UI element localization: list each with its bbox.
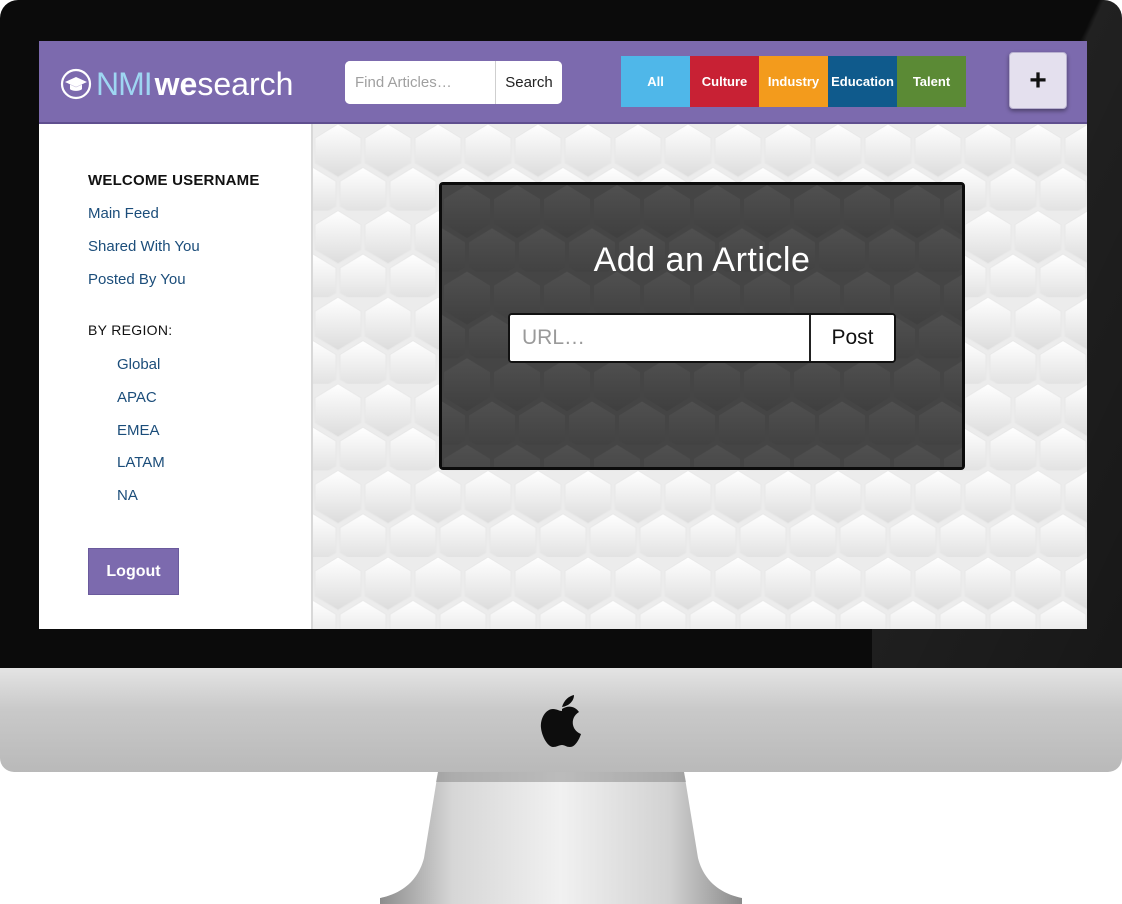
region-link-na[interactable]: NA: [117, 487, 138, 504]
monitor-stand: [380, 772, 742, 904]
add-article-button[interactable]: +: [1009, 52, 1067, 109]
region-link-global[interactable]: Global: [117, 356, 160, 373]
region-link-emea[interactable]: EMEA: [117, 422, 160, 439]
sidebar-link-main-feed[interactable]: Main Feed: [88, 205, 159, 222]
category-tab-culture[interactable]: Culture: [690, 56, 759, 107]
brand-name-nmi: NMI: [96, 65, 153, 102]
category-filter-tabs: All Culture Industry Education Talent: [621, 56, 966, 107]
app-screen: NMI we search Search All Culture Industr…: [39, 41, 1087, 629]
graduation-cap-icon: [60, 68, 92, 100]
category-tab-all[interactable]: All: [621, 56, 690, 107]
region-link-latam[interactable]: LATAM: [117, 454, 165, 471]
url-form: Post: [508, 313, 896, 363]
welcome-heading: WELCOME USERNAME: [88, 172, 260, 189]
sidebar: WELCOME USERNAME Main Feed Shared With Y…: [39, 124, 313, 629]
add-article-card: Add an Article Post: [439, 182, 965, 470]
add-article-title: Add an Article: [593, 241, 811, 279]
category-tab-industry[interactable]: Industry: [759, 56, 828, 107]
main-content: Add an Article Post: [313, 124, 1087, 629]
region-heading: BY REGION:: [88, 322, 173, 338]
brand-name-search: search: [197, 65, 294, 102]
url-input[interactable]: [510, 315, 809, 361]
post-button[interactable]: Post: [809, 315, 894, 361]
brand-name-we: we: [154, 65, 198, 102]
category-tab-talent[interactable]: Talent: [897, 56, 966, 107]
brand-logo[interactable]: NMI we search: [60, 64, 293, 104]
search-box: Search: [345, 61, 562, 104]
logout-button[interactable]: Logout: [88, 548, 179, 595]
sidebar-link-posted-by-you[interactable]: Posted By You: [88, 271, 186, 288]
region-link-apac[interactable]: APAC: [117, 389, 157, 406]
category-tab-education[interactable]: Education: [828, 56, 897, 107]
apple-logo-icon: [540, 695, 581, 747]
sidebar-link-shared-with-you[interactable]: Shared With You: [88, 238, 200, 255]
search-button[interactable]: Search: [495, 61, 562, 104]
search-input[interactable]: [345, 61, 495, 104]
top-navigation-bar: NMI we search Search All Culture Industr…: [39, 41, 1087, 124]
